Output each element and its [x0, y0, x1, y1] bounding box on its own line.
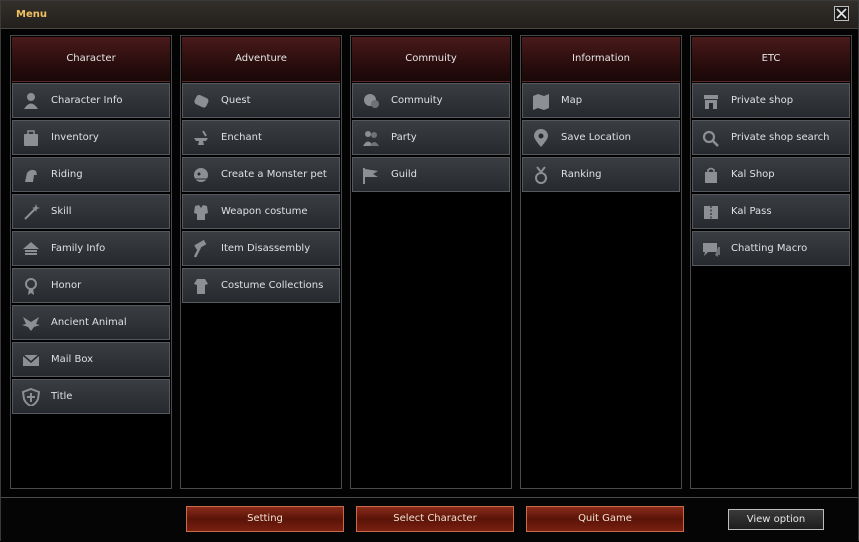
person-icon: [21, 92, 41, 110]
menu-item-weapon-costume[interactable]: Weapon costume: [182, 194, 340, 229]
envelope-icon: [21, 351, 41, 369]
close-icon: [836, 8, 847, 19]
menu-column-adventure: Adventure Quest Enchant Create a Monster pe…: [180, 35, 342, 489]
location-pin-icon: [531, 129, 551, 147]
menu-item-character-info[interactable]: Character Info: [12, 83, 170, 118]
menu-item-skill[interactable]: Skill: [12, 194, 170, 229]
menu-item-label: Enchant: [221, 132, 262, 143]
select-character-button[interactable]: Select Character: [356, 506, 514, 532]
menu-item-kal-pass[interactable]: Kal Pass: [692, 194, 850, 229]
menu-column-character: Character Character Info Inventory Riding Sk…: [10, 35, 172, 489]
menu-item-label: Riding: [51, 169, 83, 180]
menu-item-label: Chatting Macro: [731, 243, 808, 254]
menu-item-private-shop[interactable]: Private shop: [692, 83, 850, 118]
menu-item-label: Skill: [51, 206, 72, 217]
view-option-button[interactable]: View option: [728, 509, 824, 530]
menu-item-label: Honor: [51, 280, 82, 291]
dragon-icon: [191, 166, 211, 184]
menu-item-party[interactable]: Party: [352, 120, 510, 155]
column-header: ETC: [692, 37, 850, 82]
wand-icon: [21, 203, 41, 221]
menu-item-label: Inventory: [51, 132, 99, 143]
close-button[interactable]: [834, 6, 849, 21]
menu-item-label: Weapon costume: [221, 206, 308, 217]
menu-item-label: Private shop search: [731, 132, 830, 143]
menu-item-quest[interactable]: Quest: [182, 83, 340, 118]
menu-item-label: Title: [51, 391, 73, 402]
mount-icon: [21, 166, 41, 184]
menu-column-commuity: Commuity Commuity Party Guild: [350, 35, 512, 489]
menu-item-inventory[interactable]: Inventory: [12, 120, 170, 155]
menu-item-label: Costume Collections: [221, 280, 324, 291]
costume-icon: [191, 277, 211, 295]
menu-item-family-info[interactable]: Family Info: [12, 231, 170, 266]
armor-icon: [191, 203, 211, 221]
menu-item-label: Character Info: [51, 95, 123, 106]
window-title: Menu: [16, 9, 47, 20]
menu-item-label: Quest: [221, 95, 251, 106]
menu-item-guild[interactable]: Guild: [352, 157, 510, 192]
group-icon: [361, 129, 381, 147]
scroll-icon: [191, 92, 211, 110]
bag-icon: [21, 129, 41, 147]
menu-item-ranking[interactable]: Ranking: [522, 157, 680, 192]
menu-item-save-location[interactable]: Save Location: [522, 120, 680, 155]
hammer-icon: [191, 239, 211, 258]
column-header: Information: [522, 37, 680, 82]
map-icon: [531, 92, 551, 110]
column-header: Character: [12, 37, 170, 82]
menu-item-commuity[interactable]: Commuity: [352, 83, 510, 118]
medal-icon: [21, 277, 41, 295]
title-bar: Menu: [1, 1, 858, 29]
menu-item-honor[interactable]: Honor: [12, 268, 170, 303]
column-header: Commuity: [352, 37, 510, 82]
menu-item-label: Ranking: [561, 169, 602, 180]
menu-item-label: Kal Shop: [731, 169, 775, 180]
shopping-bag-icon: [701, 166, 721, 184]
menu-item-label: Ancient Animal: [51, 317, 127, 328]
menu-window: Menu Character Character Info Inventory Rid…: [0, 0, 859, 542]
menu-item-label: Map: [561, 95, 583, 106]
setting-button[interactable]: Setting: [186, 506, 344, 532]
shop-icon: [701, 92, 721, 110]
wings-icon: [21, 314, 41, 332]
menu-item-private-shop-search[interactable]: Private shop search: [692, 120, 850, 155]
menu-item-label: Mail Box: [51, 354, 94, 365]
menu-item-costume-collections[interactable]: Costume Collections: [182, 268, 340, 303]
ranking-medal-icon: [531, 166, 551, 184]
menu-item-chatting-macro[interactable]: Chatting Macro: [692, 231, 850, 266]
menu-item-enchant[interactable]: Enchant: [182, 120, 340, 155]
column-header: Adventure: [182, 37, 340, 82]
menu-item-label: Guild: [391, 169, 417, 180]
menu-column-etc: ETC Private shop Private shop search Kal Sh…: [690, 35, 852, 489]
anvil-icon: [191, 129, 211, 147]
menu-item-title[interactable]: Title: [12, 379, 170, 414]
menu-item-mail-box[interactable]: Mail Box: [12, 342, 170, 377]
menu-item-riding[interactable]: Riding: [12, 157, 170, 192]
flag-icon: [361, 166, 381, 184]
menu-item-create-a-monster-pet[interactable]: Create a Monster pet: [182, 157, 340, 192]
footer-bar: Setting Select Character Quit Game View …: [1, 497, 858, 542]
menu-column-information: Information Map Save Location Ranking: [520, 35, 682, 489]
menu-item-label: Kal Pass: [731, 206, 772, 217]
menu-item-label: Save Location: [561, 132, 632, 143]
chat-bubbles-icon: [361, 92, 381, 110]
menu-item-label: Create a Monster pet: [221, 169, 327, 180]
menu-item-label: Item Disassembly: [221, 243, 311, 254]
menu-item-kal-shop[interactable]: Kal Shop: [692, 157, 850, 192]
house-icon: [21, 240, 41, 258]
ticket-icon: [701, 203, 721, 221]
search-icon: [701, 129, 721, 147]
chat-icon: [701, 240, 721, 258]
quit-game-button[interactable]: Quit Game: [526, 506, 684, 532]
menu-item-map[interactable]: Map: [522, 83, 680, 118]
menu-item-item-disassembly[interactable]: Item Disassembly: [182, 231, 340, 266]
menu-item-label: Family Info: [51, 243, 106, 254]
menu-item-label: Commuity: [391, 95, 443, 106]
menu-item-label: Party: [391, 132, 417, 143]
shield-icon: [21, 387, 41, 408]
menu-item-ancient-animal[interactable]: Ancient Animal: [12, 305, 170, 340]
menu-item-label: Private shop: [731, 95, 794, 106]
